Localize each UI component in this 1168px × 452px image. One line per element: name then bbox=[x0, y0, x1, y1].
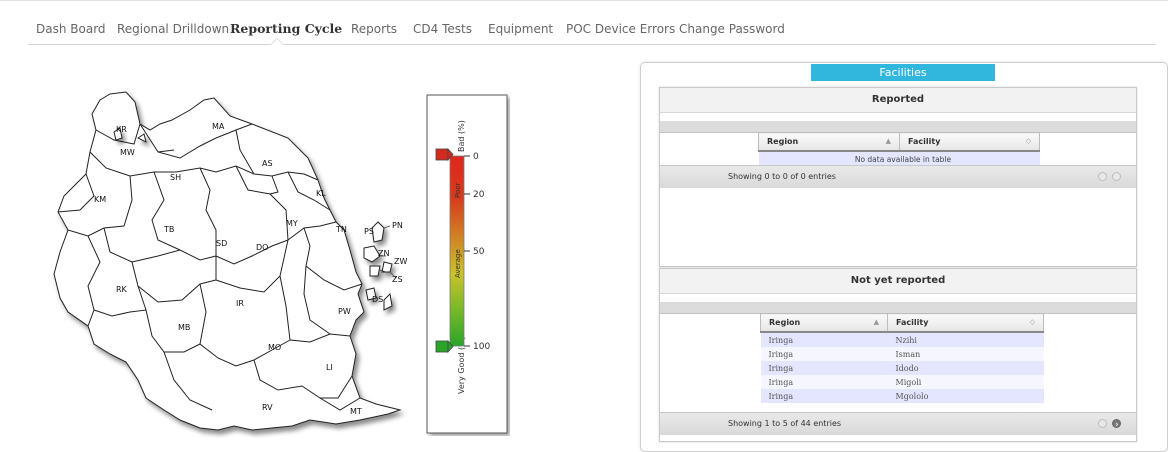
reported-section: Reported Region ▲ Facility ◇ No data avail… bbox=[659, 87, 1137, 267]
svg-text:ZN: ZN bbox=[378, 249, 389, 258]
svg-text:ZS: ZS bbox=[392, 275, 403, 284]
svg-text:MB: MB bbox=[178, 323, 190, 332]
table-row[interactable]: Iringa Mgololo bbox=[760, 389, 1044, 403]
svg-text:KM: KM bbox=[94, 195, 106, 204]
nav-cd4-tests[interactable]: CD4 Tests bbox=[413, 22, 472, 36]
active-tab-indicator bbox=[270, 38, 284, 45]
table-row[interactable]: Iringa Migoli bbox=[760, 375, 1044, 389]
table-row[interactable]: Iringa Isman bbox=[760, 347, 1044, 361]
performance-legend: Bad (%) Very Good (%) Poor Average 0 20 … bbox=[426, 94, 510, 436]
facilities-tab[interactable]: Facilities bbox=[811, 64, 995, 81]
region-cell: Iringa bbox=[760, 375, 888, 389]
svg-text:MT: MT bbox=[350, 407, 362, 416]
region-cell: Iringa bbox=[760, 389, 888, 403]
not-reported-section: Not yet reported Region ▲ Facility ◇ Iring… bbox=[659, 268, 1137, 442]
tanzania-map: KR MW MA AS SH KM KL TB SD DO MY TN PS P… bbox=[40, 80, 420, 440]
legend-frame bbox=[426, 94, 508, 434]
not-reported-table: Region ▲ Facility ◇ Iringa Nzihi Iringa Is… bbox=[760, 313, 1044, 403]
reported-footer: Showing 0 to 0 of 0 entries bbox=[660, 165, 1136, 188]
not-reported-prev-page-icon[interactable] bbox=[1098, 419, 1107, 428]
facility-cell: Idodo bbox=[887, 361, 1044, 375]
nav-change-password[interactable]: Change Password bbox=[679, 22, 785, 36]
svg-text:MO: MO bbox=[268, 343, 281, 352]
legend-tick-20: 20 bbox=[473, 190, 485, 200]
svg-text:TB: TB bbox=[163, 225, 174, 234]
svg-text:DS: DS bbox=[372, 295, 383, 304]
facilities-panel: Facilities Reported Region ▲ Facility ◇ No… bbox=[640, 62, 1168, 452]
legend-label-bad: Bad (%) bbox=[457, 120, 466, 152]
svg-text:LI: LI bbox=[326, 363, 333, 372]
svg-text:TN: TN bbox=[335, 225, 347, 234]
legend-tick-0: 0 bbox=[473, 152, 479, 162]
reported-col-region[interactable]: Region ▲ bbox=[758, 132, 900, 152]
nav-reports[interactable]: Reports bbox=[351, 22, 397, 36]
nav-regional-drilldown[interactable]: Regional Drilldown bbox=[117, 22, 229, 36]
facility-cell: Migoli bbox=[887, 375, 1044, 389]
reported-title: Reported bbox=[660, 88, 1136, 113]
reported-col-facility[interactable]: Facility ◇ bbox=[899, 132, 1040, 152]
reported-next-page-icon[interactable] bbox=[1112, 172, 1121, 181]
svg-text:SD: SD bbox=[216, 239, 227, 248]
reported-table: Region ▲ Facility ◇ No data available in t… bbox=[758, 132, 1040, 166]
svg-text:PW: PW bbox=[338, 307, 351, 316]
legend-band-average: Average bbox=[454, 249, 462, 278]
svg-text:IR: IR bbox=[236, 299, 244, 308]
not-reported-col-facility[interactable]: Facility ◇ bbox=[887, 313, 1044, 333]
table-row[interactable]: Iringa Idodo bbox=[760, 361, 1044, 375]
region-cell: Iringa bbox=[760, 347, 888, 361]
nav-divider bbox=[28, 44, 1156, 45]
reported-empty-message: No data available in table bbox=[758, 151, 1040, 166]
svg-text:RK: RK bbox=[116, 285, 128, 294]
svg-text:MW: MW bbox=[120, 148, 135, 157]
facility-cell: Mgololo bbox=[887, 389, 1044, 403]
svg-text:SH: SH bbox=[170, 173, 181, 182]
svg-text:ZW: ZW bbox=[394, 257, 407, 266]
region-cell: Iringa bbox=[760, 361, 888, 375]
not-reported-next-page-icon[interactable] bbox=[1112, 414, 1121, 436]
region-cell: Iringa bbox=[760, 332, 888, 347]
svg-text:PS: PS bbox=[364, 227, 374, 236]
table-row[interactable]: Iringa Nzihi bbox=[760, 332, 1044, 347]
nav-equipment[interactable]: Equipment bbox=[488, 22, 553, 36]
svg-text:AS: AS bbox=[262, 159, 273, 168]
not-reported-title: Not yet reported bbox=[660, 269, 1136, 294]
facility-cell: Nzihi bbox=[887, 332, 1044, 347]
nav-dashboard[interactable]: Dash Board bbox=[36, 22, 106, 36]
top-navigation: Dash Board Regional Drilldown Reporting … bbox=[0, 0, 1168, 45]
nav-poc-device-errors[interactable]: POC Device Errors bbox=[566, 22, 675, 36]
svg-text:DO: DO bbox=[256, 243, 268, 252]
svg-text:RV: RV bbox=[262, 403, 273, 412]
svg-text:KL: KL bbox=[316, 189, 326, 198]
reported-prev-page-icon[interactable] bbox=[1098, 172, 1107, 181]
reported-info: Showing 0 to 0 of 0 entries bbox=[728, 172, 836, 181]
svg-text:MA: MA bbox=[212, 122, 225, 131]
legend-tick-50: 50 bbox=[473, 247, 485, 257]
svg-text:MY: MY bbox=[286, 219, 298, 228]
nav-reporting-cycle[interactable]: Reporting Cycle bbox=[230, 21, 342, 36]
legend-tick-100: 100 bbox=[473, 342, 490, 352]
legend-band-poor: Poor bbox=[454, 182, 462, 198]
facility-cell: Isman bbox=[887, 347, 1044, 361]
svg-text:PN: PN bbox=[392, 221, 403, 230]
not-reported-footer: Showing 1 to 5 of 44 entries bbox=[660, 412, 1136, 436]
not-reported-info: Showing 1 to 5 of 44 entries bbox=[728, 419, 842, 428]
not-reported-col-region[interactable]: Region ▲ bbox=[760, 313, 888, 333]
svg-text:KR: KR bbox=[116, 125, 127, 134]
